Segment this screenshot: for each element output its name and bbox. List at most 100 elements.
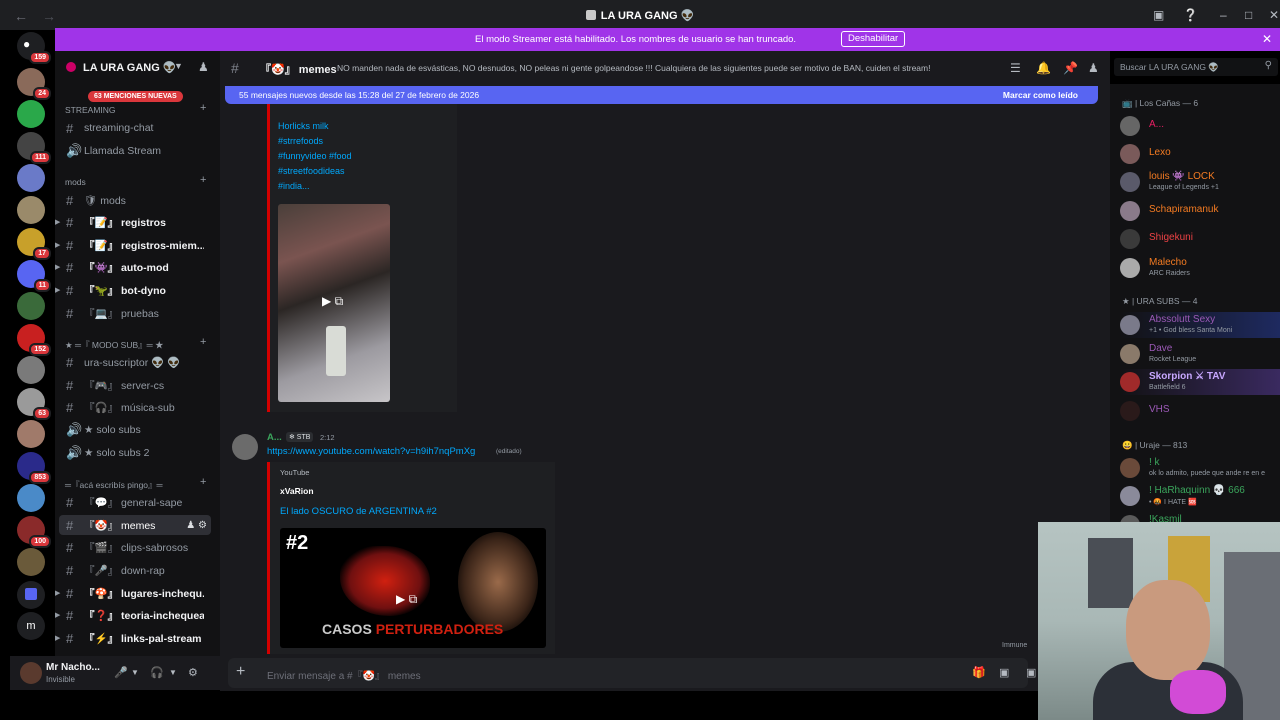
- add-attachment-icon[interactable]: +: [236, 663, 245, 681]
- avatar[interactable]: [20, 662, 42, 684]
- member-item[interactable]: Schapiramanuk: [1120, 198, 1280, 224]
- channel-server-cs[interactable]: # 『🎮』 server-cs: [55, 375, 215, 395]
- channel-down-rap[interactable]: # 『🎤』 down-rap: [55, 560, 215, 580]
- close-window-icon[interactable]: ✕: [1269, 8, 1279, 22]
- channel-ura-suscriptor[interactable]: # ura-suscriptor 👽 👽: [55, 352, 215, 372]
- embed-text[interactable]: Horlicks milk: [278, 121, 329, 131]
- channel-solo-subs[interactable]: 🔊 ★ solo subs: [55, 420, 215, 440]
- embed-hashtag[interactable]: #india...: [278, 181, 310, 191]
- channel-solo-subs-2[interactable]: 🔊 ★ solo subs 2: [55, 443, 215, 463]
- channel-memes[interactable]: # 『🤡』 memes ♟ ⚙: [59, 515, 211, 535]
- gear-icon[interactable]: ⚙: [188, 666, 198, 679]
- gift-icon[interactable]: 🎁: [972, 666, 986, 679]
- video-thumbnail[interactable]: #2 ▶ ⧉ CASOS PERTURBADORES: [280, 528, 546, 648]
- bell-icon[interactable]: 🔔: [1036, 61, 1051, 75]
- channel-settings-icon[interactable]: ♟ ⚙: [186, 520, 207, 531]
- member-list-icon[interactable]: ♟: [1088, 61, 1099, 75]
- channel-teoria-inchequeable[interactable]: ▶ # 『❓』 teoria-inchequea...: [55, 605, 215, 625]
- server-icon[interactable]: 853: [17, 452, 51, 484]
- member-item[interactable]: VHS: [1120, 398, 1280, 424]
- youtube-link[interactable]: https://www.youtube.com/watch?v=h9ih7nqP…: [267, 446, 475, 457]
- server-icon[interactable]: 152: [17, 324, 51, 356]
- username[interactable]: Mr Nacho...: [46, 662, 100, 673]
- server-folder-icon[interactable]: [17, 581, 45, 609]
- new-messages-bar[interactable]: 55 mensajes nuevos desde las 15:28 del 2…: [225, 86, 1098, 104]
- channel-bot-dyno[interactable]: ▶ # 『🦖』 bot-dyno: [55, 280, 215, 300]
- channel-registros[interactable]: ▶ # 『📝』 registros: [55, 212, 215, 232]
- member-item[interactable]: Abssolutt Sexy +1 • God bless Santa Moni: [1120, 312, 1280, 338]
- server-icon[interactable]: [17, 484, 45, 512]
- guild-tag-badge[interactable]: ❄ STB: [286, 432, 314, 442]
- pin-icon[interactable]: 📌: [1063, 61, 1078, 75]
- gif-icon[interactable]: ▣: [999, 666, 1009, 679]
- avatar[interactable]: [232, 434, 258, 460]
- member-item[interactable]: ! k ok lo admito, puede que ande re en e: [1120, 455, 1280, 481]
- channel-llamada-stream[interactable]: 🔊 Llamada Stream: [55, 141, 215, 161]
- embed-title[interactable]: El lado OSCURO de ARGENTINA #2: [280, 506, 437, 517]
- invite-people-icon[interactable]: ♟: [198, 60, 209, 74]
- channel-streaming-chat[interactable]: # streaming-chat: [55, 118, 215, 138]
- inbox-icon[interactable]: ▣: [1153, 8, 1164, 22]
- mark-as-read-button[interactable]: Marcar como leído: [1003, 90, 1078, 100]
- maximize-icon[interactable]: □: [1245, 8, 1252, 22]
- category-modo-sub[interactable]: ★ ═『 MODO SUB』═ ★: [65, 339, 164, 351]
- add-channel-icon[interactable]: +: [200, 102, 206, 114]
- server-icon[interactable]: 63: [17, 388, 51, 420]
- new-mentions-pill[interactable]: 63 MENCIONES NUEVAS: [88, 91, 183, 102]
- server-icon[interactable]: [17, 196, 45, 224]
- server-icon[interactable]: 100: [17, 516, 51, 548]
- member-item[interactable]: Shigekuni: [1120, 226, 1280, 252]
- member-item[interactable]: Lexo: [1120, 141, 1280, 167]
- banner-close-icon[interactable]: ✕: [1262, 32, 1272, 46]
- server-icon[interactable]: [17, 356, 45, 384]
- channel-pruebas[interactable]: # 『💻』 pruebas: [55, 303, 215, 323]
- play-icon[interactable]: ▶ ⧉: [396, 592, 417, 607]
- chevron-down-icon[interactable]: ▼: [131, 668, 139, 677]
- channel-auto-mod[interactable]: ▶ # 『👾』 auto-mod: [55, 257, 215, 277]
- threads-icon[interactable]: ☰: [1010, 61, 1021, 75]
- embed-hashtag[interactable]: #strrefoods: [278, 136, 323, 146]
- channel-general-sape[interactable]: # 『💬』 general-sape: [55, 492, 215, 512]
- category-aca-escribis[interactable]: ═『acá escribís pingo』═: [65, 479, 163, 491]
- microphone-icon[interactable]: 🎤: [114, 666, 128, 679]
- server-icon[interactable]: [17, 164, 45, 192]
- member-item[interactable]: Skorpion ⚔ TAV Battlefield 6: [1120, 369, 1280, 395]
- chevron-down-icon[interactable]: ▼: [169, 668, 177, 677]
- server-header[interactable]: LA URA GANG 👽 ▼ ♟: [55, 51, 220, 83]
- channel-topic[interactable]: NO manden nada de esvásticas, NO desnudo…: [337, 63, 930, 73]
- embed-hashtag[interactable]: #funnyvideo #food: [278, 151, 352, 161]
- embed-author[interactable]: xVaRion: [280, 486, 314, 496]
- channel-lugares-inchequeables[interactable]: ▶ # 『🍄』 lugares-inchequ...: [55, 583, 215, 603]
- member-item[interactable]: Dave Rocket League: [1120, 341, 1280, 367]
- server-icon[interactable]: [17, 548, 45, 576]
- channel-registros-miembros[interactable]: ▶ # 『📝』 registros-miem...: [55, 235, 215, 255]
- sticker-icon[interactable]: ▣: [1026, 666, 1036, 679]
- embed-hashtag[interactable]: #streetfoodideas: [278, 166, 345, 176]
- headphones-icon[interactable]: 🎧: [150, 666, 164, 679]
- server-icon[interactable]: 17: [17, 228, 51, 260]
- channel-musica-sub[interactable]: # 『🎧』 música-sub: [55, 397, 215, 417]
- member-item[interactable]: A...: [1120, 113, 1280, 139]
- channel-mods[interactable]: # 🛡 mods: [55, 190, 215, 210]
- channel-links-pal-stream[interactable]: ▶ # 『⚡』 links-pal-stream: [55, 628, 215, 648]
- server-icon[interactable]: 111: [17, 132, 51, 164]
- search-input[interactable]: Buscar LA URA GANG 👽 ⚲: [1114, 58, 1278, 76]
- add-channel-icon[interactable]: +: [200, 476, 206, 488]
- channel-clips-sabrosos[interactable]: # 『🎬』 clips-sabrosos: [55, 537, 215, 557]
- server-icon[interactable]: 11: [17, 260, 51, 292]
- server-m-icon[interactable]: m: [17, 612, 45, 640]
- help-icon[interactable]: ❔: [1183, 8, 1198, 22]
- add-channel-icon[interactable]: +: [200, 336, 206, 348]
- minimize-icon[interactable]: –: [1220, 8, 1227, 22]
- member-item[interactable]: ! HaRhaquinn 💀 666 • 🤬 I HATE 🆘: [1120, 483, 1280, 509]
- member-item[interactable]: Malecho ARC Raiders: [1120, 255, 1280, 281]
- disable-streamer-button[interactable]: Deshabilitar: [841, 31, 906, 47]
- server-icon[interactable]: [17, 100, 45, 128]
- video-thumbnail[interactable]: ▶ ⧉: [278, 204, 390, 402]
- category-streaming[interactable]: STREAMING: [65, 105, 116, 115]
- member-item[interactable]: louis 👾 LOCK League of Legends +1: [1120, 169, 1280, 195]
- play-icon[interactable]: ▶ ⧉: [322, 294, 343, 309]
- home-discord-icon[interactable]: ● 159: [17, 32, 51, 64]
- add-channel-icon[interactable]: +: [200, 174, 206, 186]
- server-icon[interactable]: 24: [17, 68, 51, 100]
